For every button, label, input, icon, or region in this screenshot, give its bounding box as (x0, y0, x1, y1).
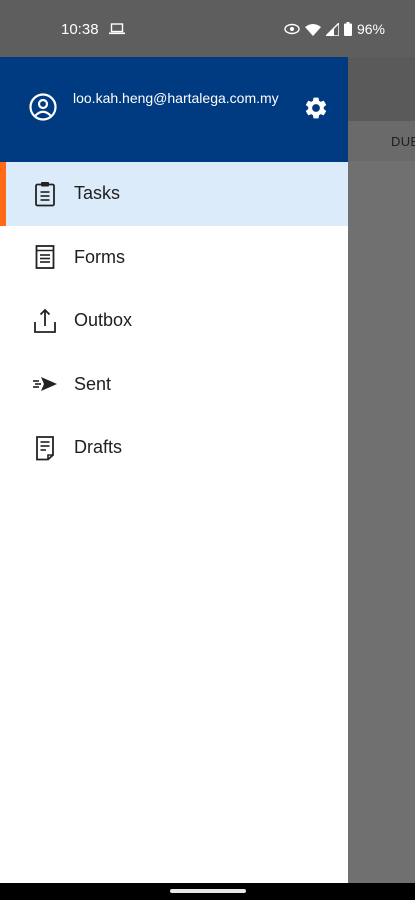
drawer-menu: Tasks Forms Outbox Sent Drafts (0, 162, 348, 480)
drawer-item-label: Tasks (74, 183, 121, 204)
drawer-item-forms[interactable]: Forms (0, 226, 348, 290)
drawer-item-label: Sent (74, 373, 112, 394)
eye-icon (284, 23, 300, 35)
battery-icon (343, 22, 352, 36)
drawer-item-label: Outbox (74, 310, 133, 331)
drawer-header: loo.kah.heng@hartalega.com.my (0, 57, 348, 162)
user-email: loo.kah.heng@hartalega.com.my (73, 90, 279, 106)
battery-level: 96% (356, 21, 385, 37)
wifi-icon (304, 23, 321, 36)
gear-icon[interactable] (303, 95, 329, 121)
status-bar: 10:38 96% (0, 0, 415, 57)
upload-icon (34, 308, 56, 333)
form-icon (35, 245, 55, 270)
clipboard-icon (35, 181, 55, 207)
home-gesture-handle[interactable] (170, 889, 246, 893)
drawer-item-label: Forms (74, 246, 125, 267)
drawer-item-sent[interactable]: Sent (0, 353, 348, 417)
navigation-drawer: loo.kah.heng@hartalega.com.my Tasks Form… (0, 57, 348, 883)
drawer-item-outbox[interactable]: Outbox (0, 289, 348, 353)
account-avatar-icon (29, 93, 57, 121)
background-column-header: DUE (391, 134, 415, 149)
system-navigation-bar (0, 883, 415, 900)
laptop-icon (109, 23, 125, 35)
status-time: 10:38 (61, 21, 99, 38)
drawer-item-tasks[interactable]: Tasks (0, 162, 348, 226)
drawer-item-drafts[interactable]: Drafts (0, 416, 348, 480)
draft-icon (36, 435, 54, 461)
signal-icon (325, 22, 339, 36)
drawer-item-label: Drafts (74, 437, 123, 458)
send-icon (33, 377, 57, 392)
